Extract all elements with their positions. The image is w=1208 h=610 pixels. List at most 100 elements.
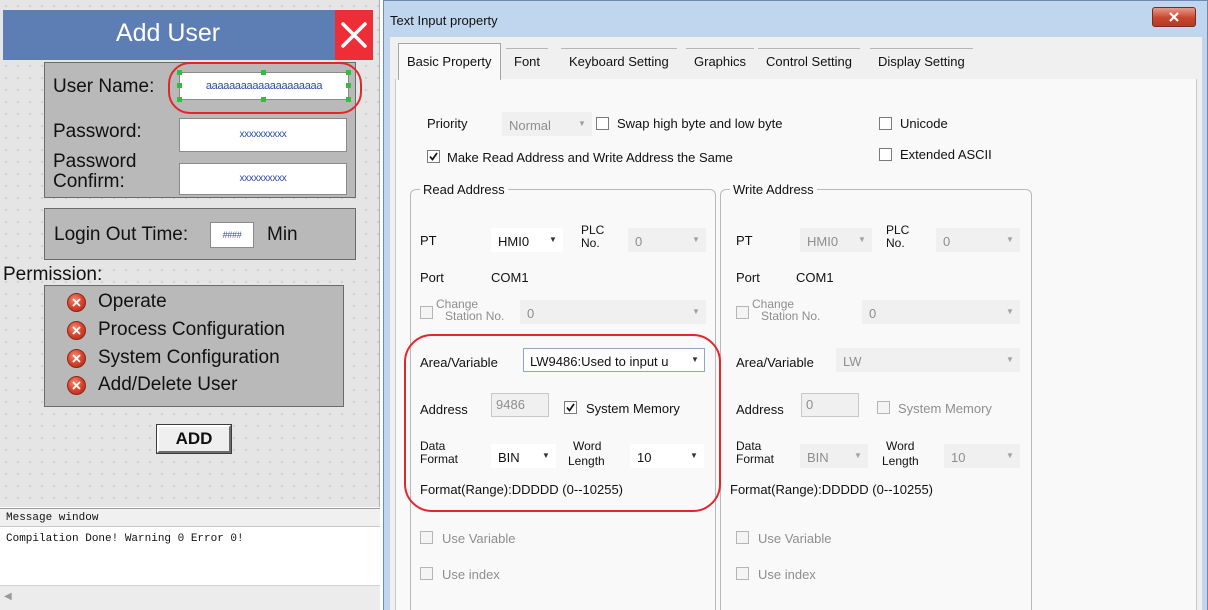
write-word-length-value: 10 [951, 450, 966, 465]
read-address-highlight-outline [404, 334, 721, 512]
write-change-station-dropdown[interactable]: 0 ▼ [862, 300, 1020, 324]
priority-label: Priority [427, 116, 468, 131]
tab-display-setting[interactable]: Display Setting [870, 48, 973, 74]
write-area-dropdown[interactable]: LW ▼ [836, 348, 1020, 372]
login-out-label: Login Out Time: [54, 224, 189, 245]
chevron-down-icon: ▼ [1006, 451, 1014, 460]
read-use-variable-label: Use Variable [442, 531, 516, 546]
add-button[interactable]: ADD [156, 424, 232, 454]
permission-label: Permission: [3, 264, 103, 285]
chevron-down-icon: ▼ [1006, 235, 1014, 244]
write-port-value: COM1 [796, 270, 834, 285]
permission-item-add-delete[interactable]: Add/Delete User [67, 372, 237, 398]
swap-bytes-checkbox[interactable] [596, 117, 609, 130]
write-area-label: Area/Variable [736, 355, 814, 370]
chevron-down-icon: ▼ [692, 307, 700, 316]
read-change-value: 0 [527, 306, 535, 321]
write-use-index-label: Use index [758, 567, 816, 582]
chevron-down-icon: ▼ [692, 235, 700, 244]
tab-control-setting[interactable]: Control Setting [758, 48, 860, 74]
hmi-screen: Add User User Name: aaaaaaaaaaaaaaaaaaaa… [0, 0, 380, 507]
tab-graphics[interactable]: Graphics [686, 48, 755, 74]
write-system-memory-checkbox[interactable] [877, 401, 890, 414]
hmi-title: Add User [115, 19, 221, 47]
disabled-icon [67, 292, 86, 312]
message-text: Compilation Done! Warning 0 Error 0! [6, 533, 244, 545]
permission-text: Add/Delete User [98, 374, 238, 395]
tab-bar: Basic Property Font Keyboard Setting Gra… [390, 37, 1202, 114]
read-port-value: COM1 [491, 270, 529, 285]
read-use-index-label: Use index [442, 567, 500, 582]
tab-font[interactable]: Font [506, 48, 549, 74]
write-address-field[interactable]: 0 [801, 393, 859, 417]
read-plc-dropdown[interactable]: 0 ▼ [628, 228, 706, 252]
write-port-label: Port [736, 270, 760, 285]
read-use-variable-checkbox[interactable] [420, 531, 433, 544]
permission-text: Process Configuration [98, 319, 285, 340]
read-use-index-checkbox[interactable] [420, 567, 433, 580]
read-pt-value: HMI0 [498, 234, 530, 249]
write-plc-label-1: PLC [886, 223, 910, 237]
unicode-checkbox[interactable] [879, 117, 892, 130]
read-change-station-checkbox[interactable] [420, 306, 433, 319]
hmi-close-button[interactable] [335, 10, 373, 60]
priority-value: Normal [509, 118, 551, 133]
chevron-down-icon: ▼ [858, 235, 866, 244]
write-use-index-checkbox[interactable] [736, 567, 749, 580]
write-pt-label: PT [736, 233, 753, 248]
chevron-down-icon: ▼ [549, 235, 557, 244]
password-field[interactable]: xxxxxxxxxx [179, 118, 347, 152]
write-data-format-dropdown[interactable]: BIN ▼ [800, 444, 868, 468]
permission-item-operate[interactable]: Operate [67, 289, 167, 315]
read-pt-dropdown[interactable]: HMI0 ▼ [491, 228, 563, 252]
write-change-station-checkbox[interactable] [736, 306, 749, 319]
unicode-label: Unicode [900, 116, 948, 131]
write-use-variable-checkbox[interactable] [736, 531, 749, 544]
read-port-label: Port [420, 270, 444, 285]
write-data-format-value: BIN [807, 450, 829, 465]
write-data-format-label-1: Data [736, 439, 762, 453]
password-confirm-label-1: Password [53, 151, 137, 172]
write-plc-dropdown[interactable]: 0 ▼ [936, 228, 1020, 252]
login-out-field[interactable]: #### [210, 222, 254, 248]
scroll-left-icon[interactable]: ◀ [4, 591, 16, 605]
text-input-property-dialog: Text Input property Basic Property Font … [383, 0, 1208, 610]
write-pt-value: HMI0 [807, 234, 839, 249]
permission-item-system[interactable]: System Configuration [67, 345, 280, 371]
write-data-format-label-2: Format [736, 452, 775, 466]
write-address-value: 0 [806, 397, 814, 412]
priority-dropdown[interactable]: Normal ▼ [502, 112, 592, 136]
same-address-label: Make Read Address and Write Address the … [447, 150, 733, 165]
password-label: Password: [53, 121, 142, 142]
read-address-title: Read Address [420, 182, 508, 197]
tab-keyboard-setting[interactable]: Keyboard Setting [561, 48, 677, 74]
chevron-down-icon: ▼ [1006, 307, 1014, 316]
write-plc-label-2: No. [886, 236, 905, 250]
extended-ascii-checkbox[interactable] [879, 148, 892, 161]
write-word-length-label-2: Length [882, 454, 919, 468]
write-change-label-2: Station No. [761, 309, 821, 323]
login-out-panel: Login Out Time: #### Min [44, 208, 356, 260]
dialog-close-button[interactable] [1152, 7, 1196, 27]
permission-item-process[interactable]: Process Configuration [67, 317, 285, 343]
read-pt-label: PT [420, 233, 437, 248]
disabled-icon [67, 375, 86, 395]
read-change-label-2: Station No. [445, 309, 505, 323]
chevron-down-icon: ▼ [1006, 355, 1014, 364]
write-plc-value: 0 [943, 234, 951, 249]
write-pt-dropdown[interactable]: HMI0 ▼ [800, 228, 872, 252]
read-change-station-dropdown[interactable]: 0 ▼ [520, 300, 706, 324]
highlight-outline [168, 62, 362, 114]
basic-property-panel: Priority Normal ▼ Swap high byte and low… [395, 79, 1197, 610]
close-icon [1169, 12, 1179, 22]
password-confirm-label-2: Confirm: [53, 171, 125, 192]
write-word-length-label-1: Word [886, 439, 915, 453]
same-address-checkbox[interactable] [427, 150, 440, 163]
password-confirm-field[interactable]: xxxxxxxxxx [179, 163, 347, 195]
write-word-length-dropdown[interactable]: 10 ▼ [944, 444, 1020, 468]
tab-basic-property[interactable]: Basic Property [398, 43, 501, 80]
write-format-range: Format(Range):DDDDD (0--10255) [730, 482, 933, 497]
horizontal-scrollbar[interactable]: ◀ [0, 585, 380, 610]
write-use-variable-label: Use Variable [758, 531, 832, 546]
read-plc-label-1: PLC [581, 223, 605, 237]
